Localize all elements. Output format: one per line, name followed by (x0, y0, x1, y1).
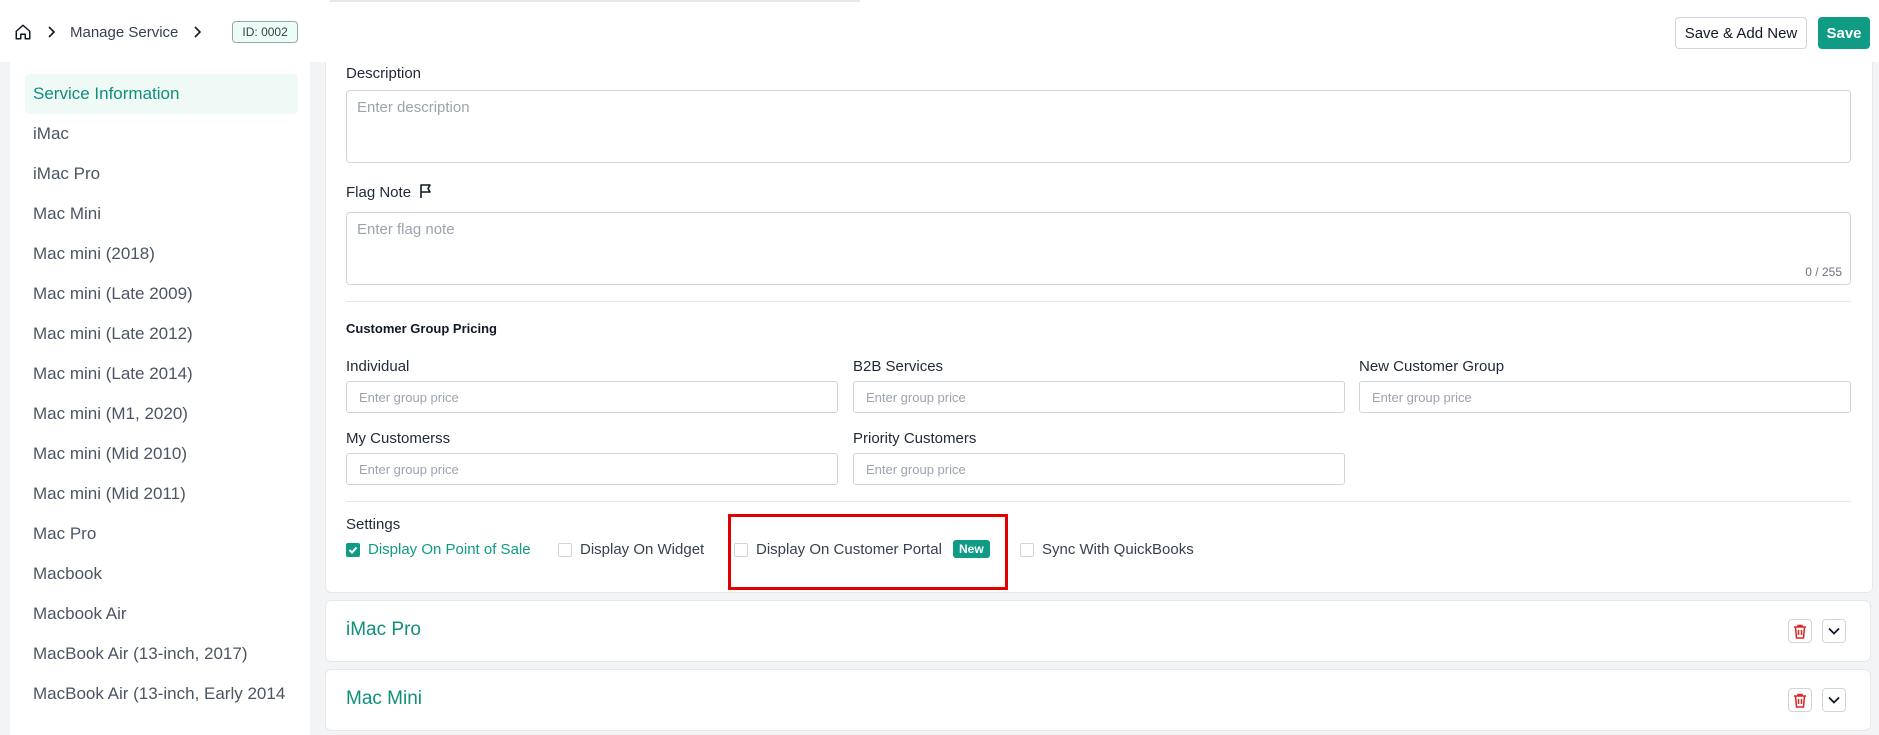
display-on-pos-label[interactable]: Display On Point of Sale (368, 541, 531, 558)
sidebar-item-mac-pro[interactable]: Mac Pro (25, 514, 298, 554)
input-placeholder: Enter group price (359, 461, 459, 477)
flag-note-field[interactable]: Enter flag note 0 / 255 (346, 212, 1851, 285)
group-pricing-title: Customer Group Pricing (346, 321, 497, 336)
flag-icon (418, 183, 434, 203)
chevron-down-icon[interactable] (1822, 688, 1846, 712)
new-customer-group-label: New Customer Group (1359, 358, 1505, 375)
home-icon[interactable] (14, 23, 32, 41)
chevron-right-icon (192, 26, 202, 38)
sidebar-item-macbook-air[interactable]: Macbook Air (25, 594, 298, 634)
sidebar-item-macbook[interactable]: Macbook (25, 554, 298, 594)
settings-title: Settings (346, 516, 401, 533)
highlight-box (728, 514, 1008, 590)
display-on-widget-label[interactable]: Display On Widget (580, 541, 704, 558)
breadcrumb: Manage Service ID: 0002 (14, 20, 298, 44)
individual-label: Individual (346, 358, 410, 375)
trash-icon[interactable] (1788, 688, 1812, 712)
input-placeholder: Enter group price (1372, 389, 1472, 405)
display-on-pos-checkbox[interactable] (346, 543, 360, 557)
save-button[interactable]: Save (1818, 17, 1870, 49)
description-field[interactable]: Enter description (346, 90, 1851, 163)
sidebar-item-mac-mini-late-2014[interactable]: Mac mini (Late 2014) (25, 354, 298, 394)
my-customerss-price-input[interactable]: Enter group price (346, 453, 838, 485)
display-on-widget-checkbox[interactable] (558, 543, 572, 557)
sidebar-item-mac-mini-late-2009[interactable]: Mac mini (Late 2009) (25, 274, 298, 314)
input-placeholder: Enter group price (866, 461, 966, 477)
flag-note-label: Flag Note (346, 183, 434, 203)
description-placeholder: Enter description (357, 99, 470, 116)
sync-with-quickbooks-label[interactable]: Sync With QuickBooks (1042, 541, 1194, 558)
section-mac-mini[interactable]: Mac Mini (325, 669, 1871, 731)
sidebar-item-service-information[interactable]: Service Information (25, 74, 298, 114)
top-divider (330, 0, 860, 2)
section-imac-pro[interactable]: iMac Pro (325, 600, 1871, 662)
sidebar-item-mac-mini[interactable]: Mac Mini (25, 194, 298, 234)
sidebar-item-mac-mini-late-2012[interactable]: Mac mini (Late 2012) (25, 314, 298, 354)
divider (346, 301, 1851, 302)
sidebar-item-imac-pro[interactable]: iMac Pro (25, 154, 298, 194)
individual-price-input[interactable]: Enter group price (346, 381, 838, 413)
b2b-services-label: B2B Services (853, 358, 944, 375)
id-badge: ID: 0002 (232, 21, 298, 43)
chevron-down-icon[interactable] (1822, 619, 1846, 643)
save-and-add-new-button[interactable]: Save & Add New (1675, 17, 1807, 49)
sidebar-item-macbook-air-13-2017[interactable]: MacBook Air (13-inch, 2017) (25, 634, 298, 674)
flag-note-placeholder: Enter flag note (357, 221, 455, 238)
divider (346, 501, 1851, 502)
priority-customers-label: Priority Customers (853, 430, 977, 447)
flag-note-label-text: Flag Note (346, 184, 412, 201)
sync-with-quickbooks-checkbox[interactable] (1020, 543, 1034, 557)
input-placeholder: Enter group price (359, 389, 459, 405)
b2b-services-price-input[interactable]: Enter group price (853, 381, 1345, 413)
sidebar: Service Information iMac iMac Pro Mac Mi… (10, 62, 310, 735)
breadcrumb-manage-service[interactable]: Manage Service (70, 24, 178, 41)
input-placeholder: Enter group price (866, 389, 966, 405)
sidebar-item-mac-mini-m1-2020[interactable]: Mac mini (M1, 2020) (25, 394, 298, 434)
top-bar: Manage Service ID: 0002 Save & Add New S… (0, 0, 1879, 62)
sidebar-item-imac[interactable]: iMac (25, 114, 298, 154)
sidebar-item-mac-mini-2018[interactable]: Mac mini (2018) (25, 234, 298, 274)
section-title[interactable]: iMac Pro (346, 619, 421, 641)
new-customer-group-price-input[interactable]: Enter group price (1359, 381, 1851, 413)
trash-icon[interactable] (1788, 619, 1812, 643)
sidebar-item-mac-mini-mid-2010[interactable]: Mac mini (Mid 2010) (25, 434, 298, 474)
section-title[interactable]: Mac Mini (346, 688, 422, 710)
flag-note-counter: 0 / 255 (1805, 265, 1842, 279)
sidebar-item-macbook-air-13-early-2014[interactable]: MacBook Air (13-inch, Early 2014 (25, 674, 298, 714)
description-label: Description (346, 65, 422, 82)
sidebar-item-mac-mini-mid-2011[interactable]: Mac mini (Mid 2011) (25, 474, 298, 514)
chevron-right-icon (46, 26, 56, 38)
priority-customers-price-input[interactable]: Enter group price (853, 453, 1345, 485)
my-customerss-label: My Customerss (346, 430, 451, 447)
